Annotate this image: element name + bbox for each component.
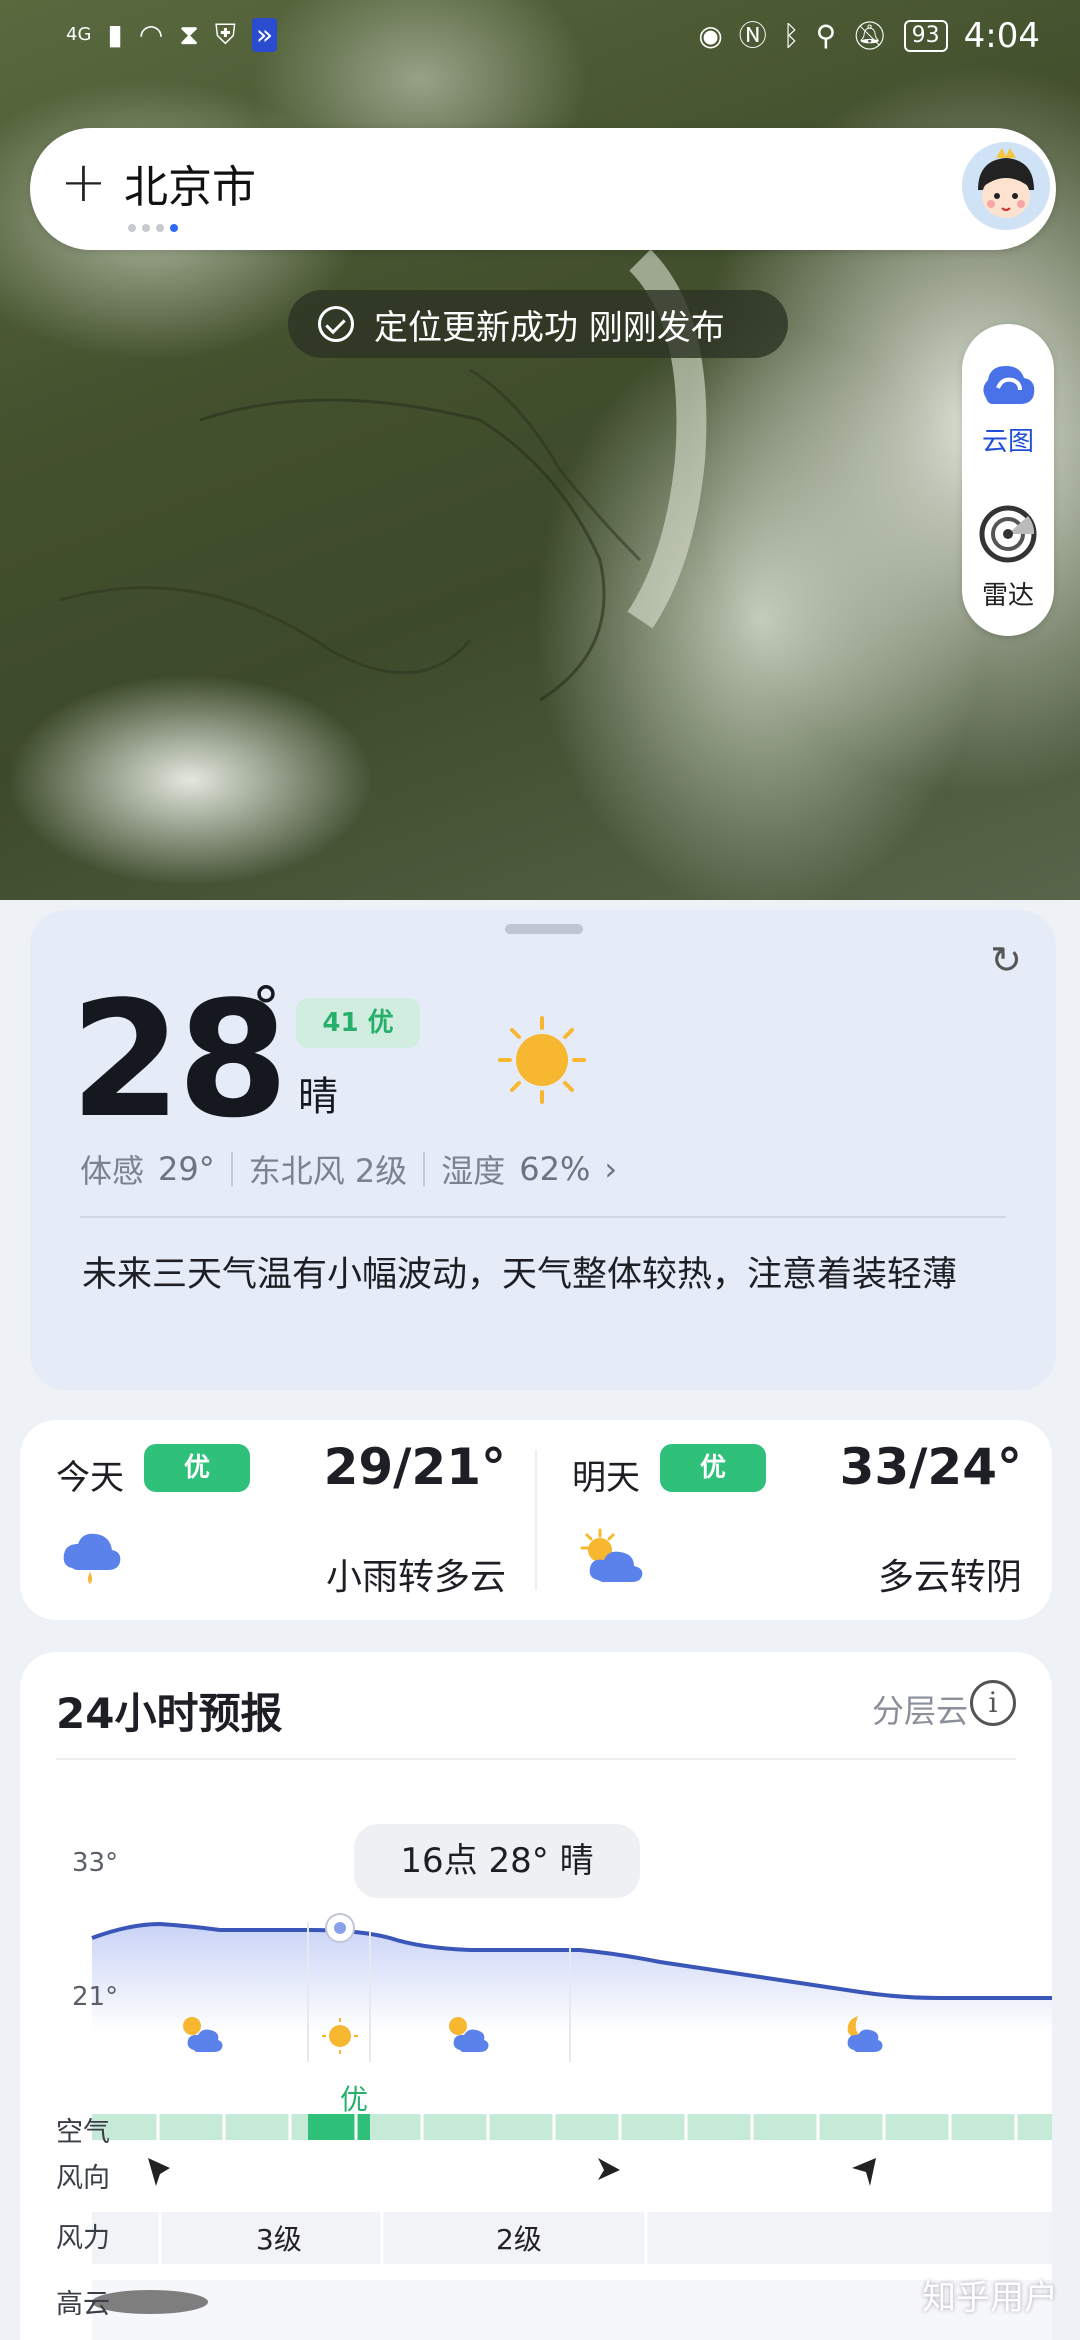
bluetooth-icon: ᛒ xyxy=(782,19,800,52)
wind-level: 2级 xyxy=(496,2223,542,2256)
divider xyxy=(230,1152,233,1186)
sun-icon xyxy=(498,1016,586,1104)
page-indicator xyxy=(128,224,178,232)
avatar[interactable] xyxy=(962,142,1050,230)
radar-label: 雷达 xyxy=(981,581,1034,611)
signal-bars-icon: ▮ xyxy=(107,18,123,51)
current-condition: 晴 xyxy=(298,1074,338,1120)
update-toast: 定位更新成功 刚刚发布 xyxy=(288,290,788,358)
aqi-badge[interactable]: 41 优 xyxy=(296,998,420,1048)
humidity-value: 62% xyxy=(519,1150,591,1188)
divider xyxy=(423,1152,426,1186)
mute-icon: 🔕︎ xyxy=(852,19,888,52)
add-city-button[interactable]: + xyxy=(60,148,107,218)
selected-point-dot xyxy=(334,1922,346,1934)
watermark: 知乎用户 xyxy=(922,2278,1058,2318)
hourglass-icon: ⧗ xyxy=(179,18,199,51)
toast-text: 定位更新成功 刚刚发布 xyxy=(374,307,725,348)
page-dot xyxy=(142,224,150,232)
aqi-badge: 优 xyxy=(144,1444,250,1492)
temperature-range: 29/21° xyxy=(323,1438,506,1496)
day-condition: 小雨转多云 xyxy=(325,1557,506,1598)
map-layer-panel: 云图 雷达 xyxy=(962,324,1054,636)
rain-cloud-icon xyxy=(63,1533,121,1584)
air-quality-row xyxy=(92,2114,1052,2140)
y-axis-max-label: 33° xyxy=(72,1848,119,1878)
wind-direction-arrow xyxy=(148,2158,170,2186)
wind-level: 3级 xyxy=(256,2223,302,2256)
radar-button[interactable]: 雷达 xyxy=(962,504,1054,612)
weather-metrics[interactable]: 体感 29° 东北风 2级 湿度 62% › xyxy=(80,1146,617,1192)
location-icon: ⚲ xyxy=(815,19,837,52)
today-summary[interactable]: 今天 优 29/21° 小雨转多云 xyxy=(20,1420,536,1620)
row-label-air: 空气 xyxy=(56,2117,110,2148)
temperature-range: 33/24° xyxy=(839,1438,1022,1496)
daily-summary-card: 今天 优 29/21° 小雨转多云 明天 优 33/24° 多云转阴 xyxy=(20,1420,1052,1620)
page-dot-active xyxy=(170,224,178,232)
eye-icon: ◉ xyxy=(698,19,723,52)
humidity-label: 湿度 xyxy=(441,1152,506,1190)
row-label-wind-force: 风力 xyxy=(56,2223,110,2254)
hourly-forecast-card[interactable]: 24小时预报 分层云 i 16点 28° 晴 33° 21° 优 空气 风向 风… xyxy=(20,1652,1052,2340)
day-label: 今天 xyxy=(56,1458,124,1498)
wind-direction-arrow xyxy=(852,2158,876,2186)
partly-cloudy-icon xyxy=(580,1528,643,1582)
cloud-map-label: 云图 xyxy=(981,427,1034,457)
aqi-badge: 优 xyxy=(660,1444,766,1492)
high-cloud-row xyxy=(92,2280,1052,2340)
selected-aqi-label: 优 xyxy=(340,2083,369,2116)
weather-summary: 未来三天气温有小幅波动，天气整体较热，注意着装轻薄 xyxy=(82,1255,958,1295)
nfc-icon: Ⓝ xyxy=(738,19,767,52)
wind-direction-arrow xyxy=(598,2158,620,2180)
wifi-icon: ◠ xyxy=(138,18,164,51)
check-circle-icon xyxy=(318,306,354,342)
feels-like-label: 体感 xyxy=(80,1152,145,1190)
page-dot xyxy=(156,224,164,232)
drag-handle[interactable] xyxy=(505,924,583,934)
chevron-right-icon: › xyxy=(604,1150,618,1188)
day-condition: 多云转阴 xyxy=(877,1557,1022,1598)
cloud-map-button[interactable]: 云图 xyxy=(962,358,1054,458)
clock: 4:04 xyxy=(963,16,1040,56)
day-label: 明天 xyxy=(572,1458,640,1498)
wind-value: 东北风 2级 xyxy=(248,1152,408,1190)
temperature-area xyxy=(92,1924,1052,2032)
degree-symbol: ° xyxy=(252,976,280,1041)
y-axis-min-label: 21° xyxy=(72,1982,119,2012)
signal-icon: 4G xyxy=(66,24,92,45)
status-bar: 4G ▮ ◠ ⧗ ⛨ » ◉ Ⓝ ᛒ ⚲ 🔕︎ 93 4:04 xyxy=(0,0,1080,76)
divider xyxy=(80,1216,1006,1218)
tomorrow-summary[interactable]: 明天 优 33/24° 多云转阴 xyxy=(536,1420,1052,1620)
city-bar[interactable]: + 北京市 xyxy=(30,128,1056,250)
current-weather-card[interactable]: ↻ 28 ° 41 优 晴 体感 29° 东北风 2级 湿度 62% › 未来三… xyxy=(30,910,1056,1390)
shield-icon: ⛨ xyxy=(214,18,236,51)
cloud-map-icon xyxy=(983,366,1035,404)
feels-like-value: 29° xyxy=(158,1150,215,1188)
row-label-high-cloud: 高云 xyxy=(56,2289,110,2320)
page-dot xyxy=(128,224,136,232)
city-name[interactable]: 北京市 xyxy=(124,160,256,216)
app-notification-icon: » xyxy=(251,18,278,52)
radar-icon xyxy=(979,505,1037,563)
hour-tooltip: 16点 28° 晴 xyxy=(354,1824,640,1898)
battery-icon: 93 xyxy=(903,20,948,52)
refresh-icon[interactable]: ↻ xyxy=(990,938,1022,982)
wind-force-row xyxy=(92,2212,1052,2264)
row-label-wind-direction: 风向 xyxy=(56,2163,110,2194)
